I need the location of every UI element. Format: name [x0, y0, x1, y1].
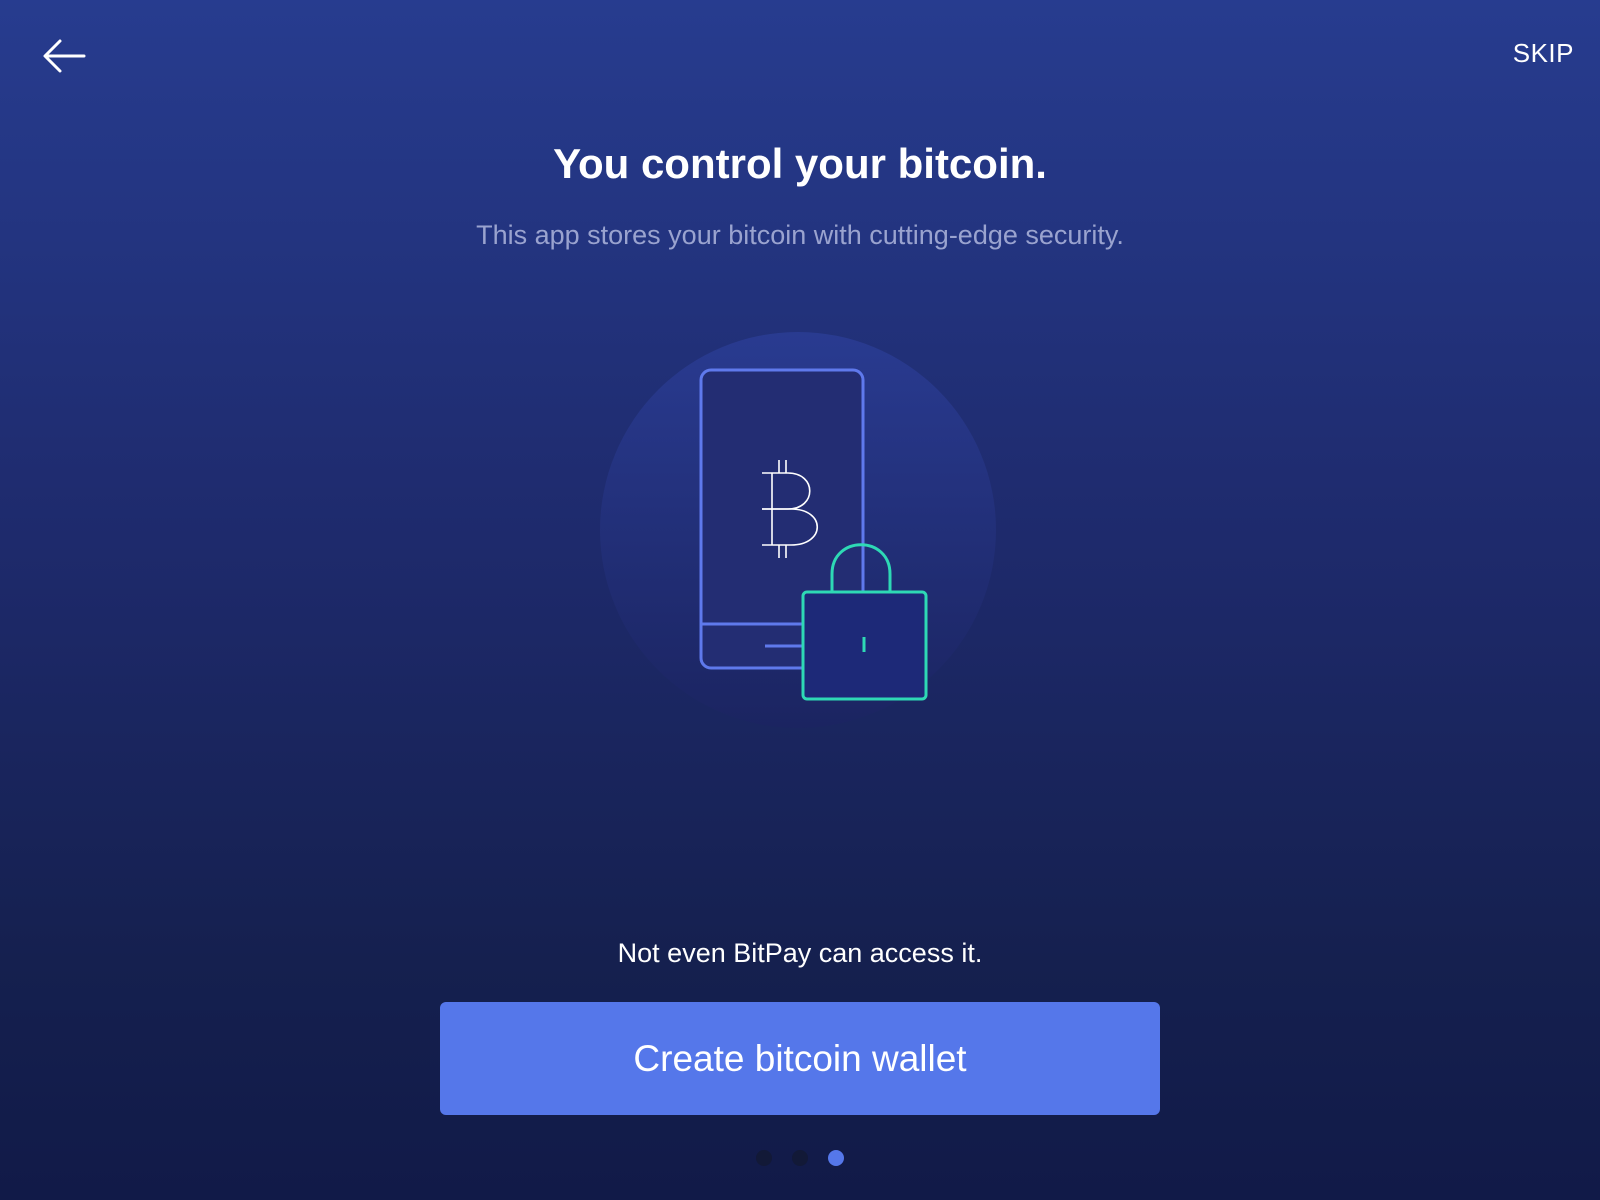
create-wallet-button[interactable]: Create bitcoin wallet — [440, 1002, 1160, 1115]
page-dot-2[interactable] — [792, 1150, 808, 1166]
page-subtitle: This app stores your bitcoin with cuttin… — [476, 220, 1124, 250]
page-dot-1[interactable] — [756, 1150, 772, 1166]
page-indicator — [0, 1150, 1600, 1166]
page-title: You control your bitcoin. — [553, 140, 1047, 187]
arrow-left-icon — [43, 39, 86, 73]
skip-button[interactable]: SKIP — [1513, 38, 1574, 69]
page-dot-3-active[interactable] — [828, 1150, 844, 1166]
back-button[interactable] — [36, 32, 92, 80]
security-note: Not even BitPay can access it. — [617, 938, 983, 968]
security-illustration — [598, 330, 998, 730]
